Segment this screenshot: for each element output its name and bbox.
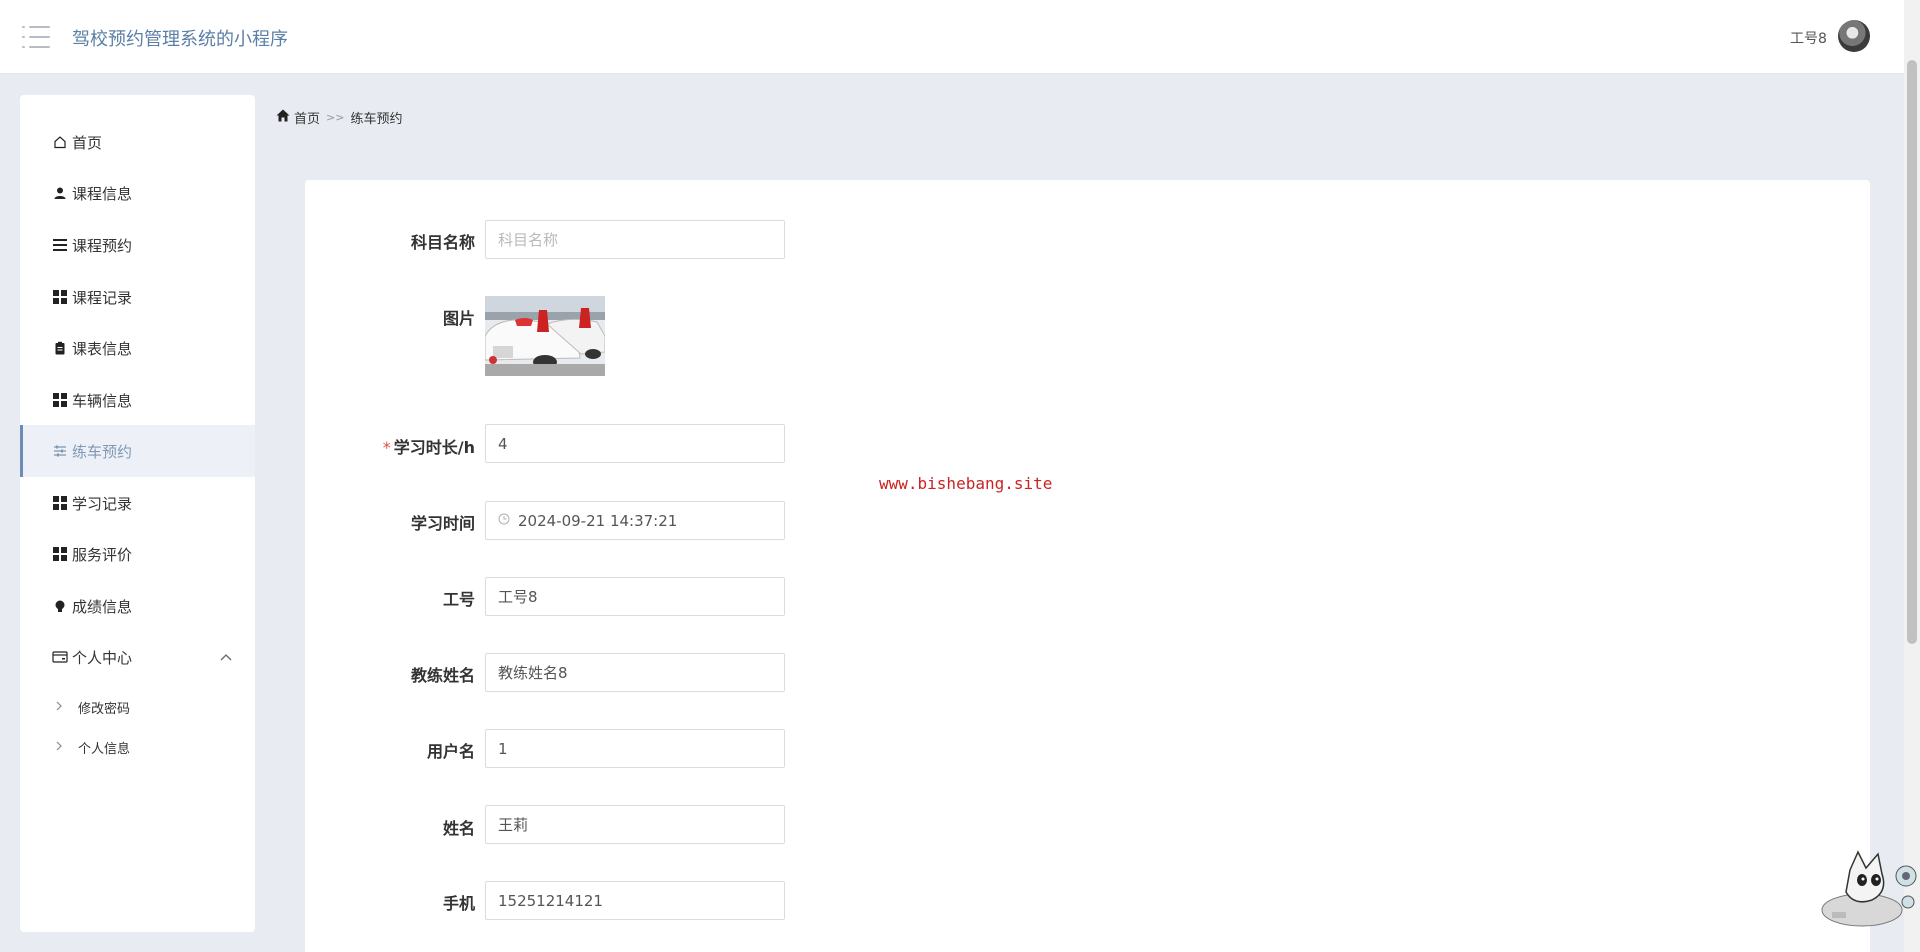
sidebar-item-home[interactable]: 首页 [20, 116, 255, 168]
grid-icon [52, 392, 68, 408]
name-label: 姓名 [442, 819, 475, 838]
work-id-label: 工号 [442, 590, 475, 609]
sidebar-item-label: 首页 [72, 133, 103, 152]
study-time-picker[interactable]: 2024-09-21 14:37:21 [485, 501, 785, 540]
home-outline-icon [52, 134, 68, 150]
sidebar-item-grades[interactable]: 成绩信息 [20, 580, 255, 632]
work-id-input[interactable]: 工号8 [485, 577, 785, 616]
sidebar-item-label: 服务评价 [72, 545, 133, 564]
sidebar: 首页 课程信息 课程预约 课程记录 课表信息 车辆信息 练车预约 学习记录 服务… [20, 95, 255, 932]
study-time-label: 学习时间 [410, 514, 475, 533]
duration-label: * 学习时长/h [300, 434, 475, 458]
sidebar-item-vehicles[interactable]: 车辆信息 [20, 374, 255, 426]
phone-label: 手机 [442, 894, 475, 913]
username-label: 用户名 [426, 742, 475, 761]
breadcrumb-separator: >> [326, 111, 345, 124]
grid-icon [52, 289, 68, 305]
breadcrumb-home[interactable]: 首页 [294, 108, 320, 127]
sidebar-item-label: 成绩信息 [72, 597, 133, 616]
sidebar-item-label: 学习记录 [72, 494, 133, 513]
study-time-value: 2024-09-21 14:37:21 [518, 511, 678, 530]
sidebar-item-practice-booking[interactable]: 练车预约 [20, 425, 255, 477]
sidebar-item-label: 课表信息 [72, 339, 133, 358]
sidebar-item-label: 课程预约 [72, 236, 133, 255]
breadcrumb: 首页 >> 练车预约 [276, 108, 402, 127]
user-icon [52, 185, 68, 201]
grid-icon [52, 546, 68, 562]
clock-icon [498, 513, 510, 528]
card-icon [52, 649, 68, 665]
required-mark: * [382, 438, 391, 457]
breadcrumb-current: 练车预约 [350, 112, 403, 127]
sidebar-subitem-label: 个人信息 [78, 741, 131, 757]
sidebar-item-course-booking[interactable]: 课程预约 [20, 219, 255, 271]
sliders-icon [52, 443, 68, 459]
chevron-right-icon [55, 740, 69, 754]
car-image-thumbnail[interactable] [485, 296, 605, 376]
coach-name-input[interactable]: 教练姓名8 [485, 653, 785, 692]
list-icon [52, 237, 68, 253]
watermark: www.bishebang.site [879, 474, 1053, 493]
menu-toggle-icon[interactable] [22, 26, 50, 48]
duration-label-text: 学习时长/h [393, 438, 475, 457]
chevron-right-icon [55, 700, 69, 714]
subject-input[interactable]: 科目名称 [485, 220, 785, 259]
avatar[interactable] [1838, 20, 1870, 52]
bulb-icon [52, 598, 68, 614]
sidebar-item-label: 个人中心 [72, 648, 133, 667]
coach-name-label: 教练姓名 [410, 666, 475, 685]
duration-input[interactable]: 4 [485, 424, 785, 463]
sidebar-item-label: 车辆信息 [72, 391, 133, 410]
scrollbar-thumb[interactable] [1907, 60, 1917, 644]
app-title: 驾校预约管理系统的小程序 [72, 29, 288, 50]
chevron-up-icon [220, 650, 232, 664]
page-scrollbar[interactable] [1904, 0, 1920, 952]
home-icon[interactable] [276, 109, 290, 126]
subject-label: 科目名称 [410, 233, 475, 252]
user-name[interactable]: 工号8 [1790, 28, 1827, 48]
sidebar-subitem-label: 修改密码 [78, 701, 131, 717]
top-bar: 驾校预约管理系统的小程序 工号8 [0, 0, 1904, 74]
image-label: 图片 [442, 309, 475, 328]
clipboard-icon [52, 340, 68, 356]
username-input[interactable]: 1 [485, 729, 785, 768]
phone-input[interactable]: 15251214121 [485, 881, 785, 920]
grid-icon [52, 495, 68, 511]
sidebar-subitem-change-password[interactable]: 修改密码 [20, 688, 255, 726]
sidebar-item-course-records[interactable]: 课程记录 [20, 271, 255, 323]
sidebar-item-service-review[interactable]: 服务评价 [20, 528, 255, 580]
sidebar-subitem-personal-info[interactable]: 个人信息 [20, 728, 255, 766]
sidebar-item-personal-center[interactable]: 个人中心 [20, 631, 255, 683]
sidebar-item-label: 课程信息 [72, 184, 133, 203]
cat-mascot-icon[interactable] [1810, 850, 1920, 932]
sidebar-item-study-records[interactable]: 学习记录 [20, 477, 255, 529]
sidebar-item-schedule[interactable]: 课表信息 [20, 322, 255, 374]
sidebar-item-course-info[interactable]: 课程信息 [20, 167, 255, 219]
sidebar-item-label: 课程记录 [72, 288, 133, 307]
name-input[interactable]: 王莉 [485, 805, 785, 844]
sidebar-item-label: 练车预约 [72, 442, 133, 461]
